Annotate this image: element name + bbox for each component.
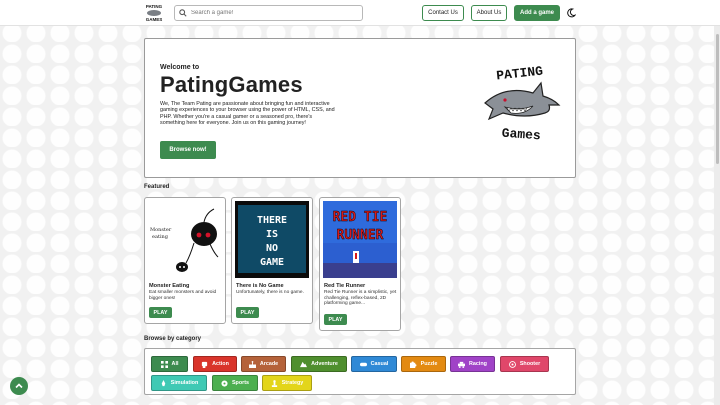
about-us-button[interactable]: About Us <box>471 5 507 21</box>
hero-logo-text-bottom: Games <box>501 126 541 144</box>
target-icon <box>508 360 516 368</box>
there-is-no-game-thumbnail[interactable]: THERE IS NO GAME <box>235 201 309 278</box>
search-box[interactable] <box>174 5 363 21</box>
browse-now-button[interactable]: Browse now! <box>160 141 216 159</box>
game-card-there-is-no-game[interactable]: THERE IS NO GAME There is No Game Unfort… <box>231 197 313 324</box>
category-puzzle-button[interactable]: Puzzle <box>401 356 446 372</box>
ball-icon <box>221 379 228 387</box>
game-card-monster-eating[interactable]: Monster eating Monster Eating Eat smalle… <box>144 197 226 324</box>
hero-logo-text-top: PATING <box>496 64 544 84</box>
category-adventure-button[interactable]: Adventure <box>291 356 347 372</box>
back-to-top-button[interactable] <box>10 377 28 395</box>
add-game-button[interactable]: Add a game <box>514 5 560 21</box>
category-label: Sports <box>231 380 250 386</box>
scrollbar-thumb[interactable] <box>716 34 719 164</box>
category-strategy-button[interactable]: Strategy <box>262 375 312 391</box>
monster-eating-thumbnail[interactable]: Monster eating <box>148 201 222 278</box>
play-button[interactable]: PLAY <box>236 307 259 318</box>
hero-shark-logo-icon: PATING Games <box>484 64 561 144</box>
fist-icon <box>201 361 208 368</box>
category-label: Puzzle <box>420 361 438 367</box>
car-icon <box>458 361 465 368</box>
category-label: Casual <box>370 361 389 367</box>
category-all-button[interactable]: All <box>151 356 188 372</box>
category-casual-button[interactable]: Casual <box>351 356 397 372</box>
site-logo-icon[interactable]: PATING GAMES <box>145 2 163 23</box>
category-label: Adventure <box>311 361 338 367</box>
category-action-button[interactable]: Action <box>193 356 237 372</box>
controller-icon <box>359 362 367 366</box>
game-description: Unfortunately, there is no game. <box>236 290 304 295</box>
game-description: Red Tie Runner is a simplistic, yet chal… <box>324 290 397 307</box>
hero-title: PatingGames <box>160 72 303 97</box>
thumb-word-1: THERE <box>257 215 287 226</box>
category-shooter-button[interactable]: Shooter <box>500 356 549 372</box>
rocket-icon <box>161 379 165 386</box>
chess-icon <box>271 379 277 387</box>
thumb-word-4: GAME <box>260 257 284 268</box>
thumb-caption-2: eating <box>152 234 169 240</box>
game-description: Eat smaller monsters and avoid bigger on… <box>149 290 217 301</box>
contact-us-button[interactable]: Contact Us <box>422 5 464 21</box>
play-button[interactable]: PLAY <box>324 314 347 325</box>
play-button[interactable]: PLAY <box>149 307 172 318</box>
chevron-up-icon <box>15 383 23 389</box>
game-title[interactable]: There is No Game <box>236 283 284 289</box>
category-sports-button[interactable]: Sports <box>212 375 258 391</box>
grid-icon <box>160 360 168 368</box>
category-label: Simulation <box>170 380 199 386</box>
category-label: All <box>171 361 179 367</box>
thumb-word-2: RUNNER <box>337 228 384 243</box>
hero-welcome-text: Welcome to <box>160 64 200 71</box>
red-tie-runner-thumbnail[interactable]: RED TIE RUNNER <box>323 201 397 278</box>
category-arcade-button[interactable]: Arcade <box>241 356 286 372</box>
category-label: Racing <box>469 361 487 367</box>
thumb-caption-1: Monster <box>150 227 172 233</box>
hero-banner: Welcome to PatingGames We, The Team Pati… <box>144 38 576 178</box>
category-racing-button[interactable]: Racing <box>450 356 495 372</box>
thumb-word-2: IS <box>266 229 278 240</box>
dark-mode-toggle-icon[interactable] <box>566 8 576 18</box>
puzzle-icon <box>409 361 417 368</box>
browse-by-category-heading: Browse by category <box>144 336 202 342</box>
logo-text-top: PATING <box>146 4 163 9</box>
game-title[interactable]: Monster Eating <box>149 283 189 289</box>
category-label: Action <box>212 361 229 367</box>
map-icon <box>300 361 308 367</box>
category-label: Shooter <box>519 361 541 367</box>
search-input[interactable] <box>191 10 361 16</box>
hero-description: We, The Team Pating are passionate about… <box>160 101 335 126</box>
category-panel: All Action Arcade Adventure Casual Puzzl… <box>144 348 576 395</box>
top-navbar: PATING GAMES Contact Us About Us Add a g… <box>0 0 720 26</box>
game-title[interactable]: Red Tie Runner <box>324 283 365 289</box>
featured-heading: Featured <box>144 184 170 190</box>
thumb-word-3: NO <box>266 243 278 254</box>
arcade-icon <box>248 360 256 368</box>
category-label: Strategy <box>281 380 304 386</box>
logo-text-bottom: GAMES <box>146 17 163 22</box>
search-icon <box>179 9 187 17</box>
category-label: Arcade <box>259 361 279 367</box>
game-card-red-tie-runner[interactable]: RED TIE RUNNER Red Tie Runner Red Tie Ru… <box>319 197 401 331</box>
thumb-word-1: RED TIE <box>333 210 388 225</box>
category-simulation-button[interactable]: Simulation <box>151 375 207 391</box>
